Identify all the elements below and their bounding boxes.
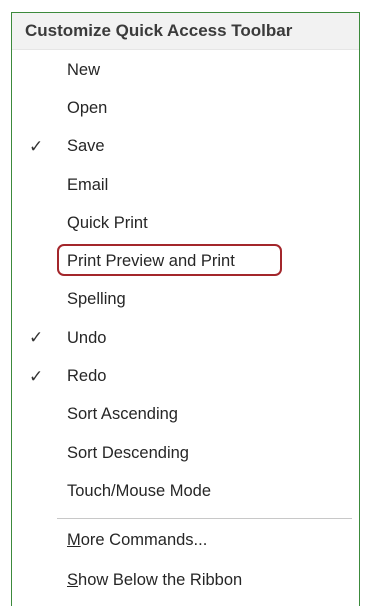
menu-item-quick-print[interactable]: Quick Print xyxy=(12,204,359,242)
more-commands-label: More Commands... xyxy=(67,531,207,550)
menu-item-label: Touch/Mouse Mode xyxy=(67,481,211,500)
menu-item-touch-mouse-mode[interactable]: Touch/Mouse Mode xyxy=(12,472,359,510)
menu-item-label: Quick Print xyxy=(67,213,148,232)
show-below-ribbon-label: Show Below the Ribbon xyxy=(67,571,242,590)
menu-item-label: Spelling xyxy=(67,290,126,309)
menu-item-label: Email xyxy=(67,175,109,194)
menu-item-open[interactable]: Open xyxy=(12,89,359,127)
menu-item-undo[interactable]: ✓ Undo xyxy=(12,319,359,357)
menu-item-list: New Open ✓ Save Email Quick Print Print … xyxy=(12,51,359,511)
show-below-ribbon-text: how Below the Ribbon xyxy=(78,570,243,589)
more-commands-text: ore Commands... xyxy=(80,530,208,549)
menu-item-label: Sort Ascending xyxy=(67,405,178,424)
menu-title: Customize Quick Access Toolbar xyxy=(12,13,359,50)
menu-item-new[interactable]: New xyxy=(12,51,359,89)
menu-item-label: Redo xyxy=(67,367,107,386)
menu-item-label: Print Preview and Print xyxy=(67,252,235,271)
show-below-ribbon-item[interactable]: Show Below the Ribbon xyxy=(12,560,359,600)
menu-item-redo[interactable]: ✓ Redo xyxy=(12,357,359,395)
menu-separator xyxy=(57,518,352,519)
menu-footer: More Commands... Show Below the Ribbon xyxy=(12,520,359,600)
check-icon: ✓ xyxy=(29,366,44,386)
menu-item-spelling[interactable]: Spelling xyxy=(12,281,359,319)
menu-item-sort-descending[interactable]: Sort Descending xyxy=(12,434,359,472)
menu-item-label: Sort Descending xyxy=(67,443,189,462)
menu-item-print-preview[interactable]: Print Preview and Print xyxy=(12,242,359,280)
menu-item-sort-ascending[interactable]: Sort Ascending xyxy=(12,396,359,434)
menu-item-email[interactable]: Email xyxy=(12,166,359,204)
access-key: S xyxy=(67,570,79,589)
access-key: M xyxy=(67,530,81,549)
menu-item-save[interactable]: ✓ Save xyxy=(12,128,359,166)
menu-item-label: Save xyxy=(67,137,105,156)
quick-access-toolbar-menu: Customize Quick Access Toolbar New Open … xyxy=(11,12,360,606)
more-commands-item[interactable]: More Commands... xyxy=(12,520,359,560)
menu-item-label: Undo xyxy=(67,328,107,347)
menu-item-label: New xyxy=(67,60,101,79)
check-icon: ✓ xyxy=(29,136,44,156)
check-icon: ✓ xyxy=(29,328,44,348)
menu-item-label: Open xyxy=(67,98,108,117)
